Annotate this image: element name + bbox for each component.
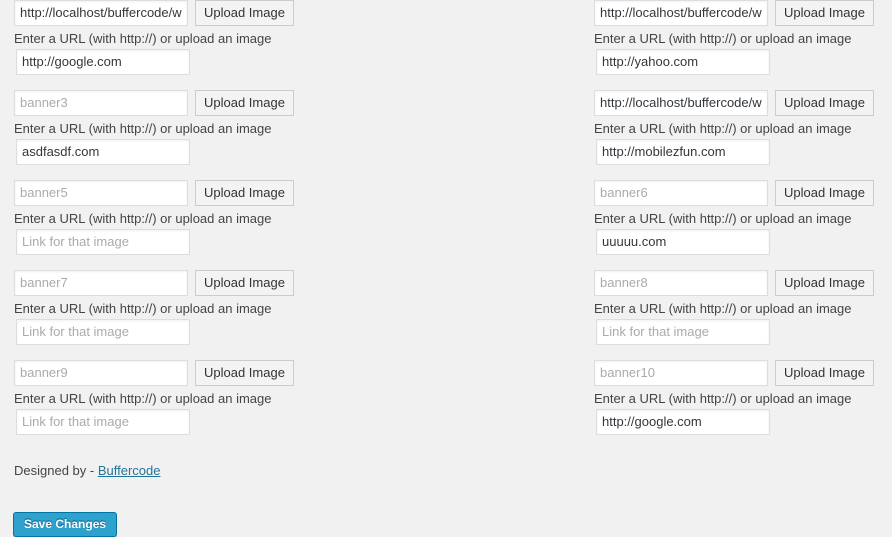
banner-upload-line: Upload Image [14,270,454,296]
upload-image-button[interactable]: Upload Image [195,270,294,296]
banner-image-url-input[interactable] [594,270,768,296]
banner-link-url-input[interactable] [16,229,190,255]
banner-link-url-input[interactable] [16,319,190,345]
banner-upload-line: Upload Image [594,360,884,386]
banner-help-text: Enter a URL (with http://) or upload an … [594,391,852,406]
banner-row: Upload Image Enter a URL (with http://) o… [14,360,454,450]
banner-settings-page: Upload Image Enter a URL (with http://) o… [0,0,892,537]
banner-help-text: Enter a URL (with http://) or upload an … [14,211,272,226]
save-changes-button[interactable]: Save Changes [13,512,118,537]
banner-row: Upload Image Enter a URL (with http://) o… [594,90,884,180]
banner-help-text: Enter a URL (with http://) or upload an … [14,31,272,46]
upload-image-button[interactable]: Upload Image [775,0,874,26]
banner-link-url-input[interactable] [16,49,190,75]
banner-help-text: Enter a URL (with http://) or upload an … [14,301,272,316]
banner-row: Upload Image Enter a URL (with http://) o… [14,0,454,90]
banner-image-url-input[interactable] [594,180,768,206]
banner-help-text: Enter a URL (with http://) or upload an … [594,211,852,226]
banner-image-url-input[interactable] [594,90,768,116]
banner-image-url-input[interactable] [14,270,188,296]
banner-help-text: Enter a URL (with http://) or upload an … [14,391,272,406]
banner-image-url-input[interactable] [14,90,188,116]
banner-column-left: Upload Image Enter a URL (with http://) o… [14,0,454,450]
banner-link-url-input[interactable] [16,409,190,435]
banner-help-text: Enter a URL (with http://) or upload an … [594,121,852,136]
upload-image-button[interactable]: Upload Image [195,0,294,26]
banner-link-url-input[interactable] [596,139,770,165]
banner-image-url-input[interactable] [594,0,768,26]
banner-help-text: Enter a URL (with http://) or upload an … [14,121,272,136]
upload-image-button[interactable]: Upload Image [775,180,874,206]
upload-image-button[interactable]: Upload Image [195,360,294,386]
banner-upload-line: Upload Image [594,270,884,296]
banner-image-url-input[interactable] [14,360,188,386]
upload-image-button[interactable]: Upload Image [775,360,874,386]
banner-upload-line: Upload Image [14,0,454,26]
upload-image-button[interactable]: Upload Image [775,90,874,116]
banner-row: Upload Image Enter a URL (with http://) o… [594,270,884,360]
upload-image-button[interactable]: Upload Image [195,90,294,116]
credit-prefix-label: Designed by - [14,463,98,478]
banner-image-url-input[interactable] [594,360,768,386]
buffercode-link[interactable]: Buffercode [98,463,161,478]
banner-row: Upload Image Enter a URL (with http://) o… [14,90,454,180]
banner-row: Upload Image Enter a URL (with http://) o… [594,180,884,270]
banner-link-url-input[interactable] [596,229,770,255]
banner-link-url-input[interactable] [596,409,770,435]
banner-upload-line: Upload Image [594,180,884,206]
banner-upload-line: Upload Image [594,0,884,26]
banner-upload-line: Upload Image [14,90,454,116]
upload-image-button[interactable]: Upload Image [195,180,294,206]
banner-row: Upload Image Enter a URL (with http://) o… [594,360,884,450]
banner-row: Upload Image Enter a URL (with http://) o… [594,0,884,90]
banner-row: Upload Image Enter a URL (with http://) o… [14,270,454,360]
banner-upload-line: Upload Image [14,360,454,386]
banner-row: Upload Image Enter a URL (with http://) o… [14,180,454,270]
banner-image-url-input[interactable] [14,180,188,206]
banner-image-url-input[interactable] [14,0,188,26]
banner-link-url-input[interactable] [596,319,770,345]
banner-upload-line: Upload Image [14,180,454,206]
upload-image-button[interactable]: Upload Image [775,270,874,296]
banner-upload-line: Upload Image [594,90,884,116]
banner-help-text: Enter a URL (with http://) or upload an … [594,301,852,316]
designed-by-credit: Designed by - Buffercode [14,463,160,478]
banner-help-text: Enter a URL (with http://) or upload an … [594,31,852,46]
banner-link-url-input[interactable] [596,49,770,75]
banner-link-url-input[interactable] [16,139,190,165]
banner-column-right: Upload Image Enter a URL (with http://) o… [594,0,884,450]
